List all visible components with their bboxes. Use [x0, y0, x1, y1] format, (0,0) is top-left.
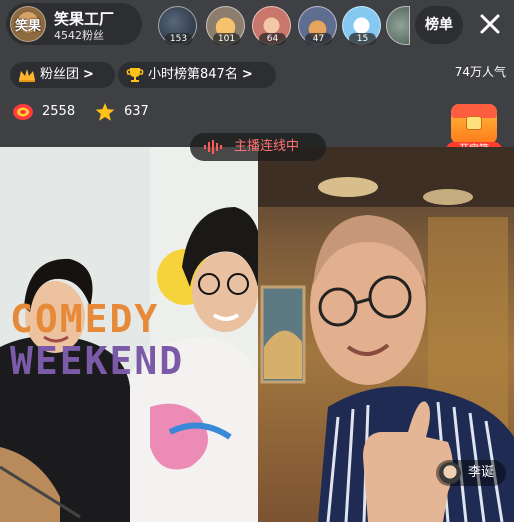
link-status-label: 主播连线中 — [234, 139, 300, 154]
fan-group-label: 粉丝团 — [40, 67, 80, 82]
host-fans-count: 4542粉丝 — [54, 29, 104, 42]
chevron-right-icon: > — [241, 67, 253, 82]
viewer-avatar-3[interactable]: 64 — [252, 6, 291, 45]
fan-group-button[interactable]: 粉丝团 > — [10, 62, 115, 88]
host-avatar[interactable]: 笑果 — [10, 6, 46, 42]
viewer-badge: 15 — [349, 33, 376, 45]
guest-name-tag[interactable]: 李诞 — [436, 460, 506, 486]
sound-wave-icon — [204, 140, 222, 154]
viewer-badge: 101 — [213, 33, 240, 45]
close-button[interactable] — [474, 8, 506, 40]
host-profile-pill[interactable]: 笑果 笑果工厂 4542粉丝 — [6, 3, 142, 45]
viewer-badge: 47 — [305, 33, 332, 45]
chevron-right-icon: > — [83, 67, 94, 82]
coins-stat: 2558 — [12, 102, 82, 122]
viewer-avatar-4[interactable]: 47 — [298, 6, 337, 45]
comedy-weekend-logo-line1: COMEDY — [10, 297, 160, 341]
link-status-indicator: 主播连线中 — [190, 133, 326, 161]
stars-count: 637 — [124, 104, 149, 119]
rank-list-button[interactable]: 榜单 — [415, 6, 463, 44]
viewer-badge: 64 — [259, 33, 286, 45]
host-name: 笑果工厂 — [54, 10, 115, 28]
stars-stat: 637 — [94, 102, 154, 122]
comedy-weekend-logo-line2: WEEKEND — [10, 339, 185, 383]
close-icon — [480, 14, 500, 34]
viewer-avatar-6-partial[interactable] — [386, 6, 410, 45]
hour-rank-label: 小时榜第847名 — [148, 67, 238, 82]
guest-name: 李诞 — [468, 465, 495, 480]
coins-count: 2558 — [42, 104, 76, 119]
host-avatar-logo-text: 笑果 — [14, 19, 41, 34]
crown-icon — [19, 69, 35, 82]
popularity-count: 74万人气 — [454, 65, 506, 79]
guest-video-pane[interactable]: 李诞 — [258, 147, 514, 522]
coin-icon — [13, 104, 33, 120]
guest-avatar — [439, 462, 461, 484]
viewer-avatar-2[interactable]: 101 — [206, 6, 245, 45]
star-icon — [95, 103, 115, 121]
hour-rank-button[interactable]: 小时榜第847名 > — [118, 62, 276, 88]
host-video-pane[interactable]: COMEDY WEEKEND — [0, 147, 258, 522]
trophy-icon — [126, 68, 144, 82]
viewer-avatar-1[interactable]: 153 — [158, 6, 197, 45]
viewer-avatar-5[interactable]: 15 — [342, 6, 381, 45]
viewer-badge: 153 — [165, 33, 192, 45]
